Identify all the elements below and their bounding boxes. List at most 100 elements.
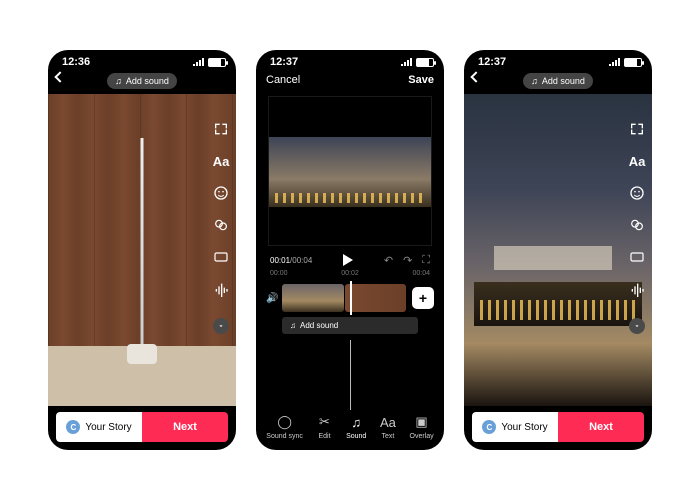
editor-preview	[268, 96, 432, 246]
tick: 00:00	[270, 270, 288, 277]
status-bar: 12:37	[256, 50, 444, 70]
your-story-label: Your Story	[501, 422, 547, 433]
clock: 12:36	[62, 56, 90, 68]
tool-label: Sound	[346, 433, 366, 440]
tool-label: Edit	[318, 433, 330, 440]
add-clip-button[interactable]: +	[412, 287, 434, 309]
top-bar: ♫ Add sound	[48, 70, 236, 92]
phone-screen-2: 12:37 Cancel Save 00:01/00:04 ↶ ↷	[256, 50, 444, 450]
bottom-bar: C Your Story Next	[472, 412, 644, 442]
status-icons	[609, 58, 642, 67]
next-button[interactable]: Next	[142, 412, 228, 442]
fullscreen-button[interactable]: ⛶	[422, 254, 430, 267]
building-lights	[480, 300, 636, 320]
add-sound-button[interactable]: ♫ Add sound	[523, 73, 593, 89]
tool-rail: Aa	[628, 120, 646, 334]
tick: 00:04	[412, 270, 430, 277]
effects-icon[interactable]	[628, 216, 646, 234]
undo-button[interactable]: ↶	[384, 254, 393, 267]
avatar: C	[482, 420, 496, 434]
add-sound-label: Add sound	[542, 76, 585, 86]
avatar: C	[66, 420, 80, 434]
signal-icon	[193, 58, 205, 66]
play-button[interactable]	[343, 254, 353, 266]
save-button[interactable]: Save	[408, 74, 434, 86]
overlay-icon: ▣	[413, 413, 431, 431]
preview-clip	[269, 137, 431, 207]
redo-button[interactable]: ↷	[403, 254, 412, 267]
back-button[interactable]	[472, 73, 480, 84]
next-label: Next	[589, 421, 613, 433]
back-button[interactable]	[56, 73, 64, 84]
audio-icon[interactable]	[212, 280, 230, 298]
status-icons	[193, 58, 226, 67]
expand-rail-button[interactable]	[213, 318, 229, 334]
tool-edit[interactable]: ✂ Edit	[315, 413, 333, 440]
clock: 12:37	[270, 56, 298, 68]
add-sound-label: Add sound	[300, 321, 338, 330]
battery-icon	[208, 58, 226, 67]
editor-top-bar: Cancel Save	[256, 70, 444, 90]
plus-icon: +	[419, 290, 427, 306]
your-story-label: Your Story	[85, 422, 131, 433]
expand-rail-button[interactable]	[629, 318, 645, 334]
time-ruler: 00:00 00:02 00:04	[256, 268, 444, 279]
phone-screen-1: 12:36 ♫ Add sound Aa	[48, 50, 236, 450]
status-icons	[401, 58, 434, 67]
status-bar: 12:36	[48, 50, 236, 70]
tool-label: Text	[382, 433, 395, 440]
tool-rail: Aa	[212, 120, 230, 334]
text-icon[interactable]: Aa	[628, 152, 646, 170]
text-icon[interactable]: Aa	[212, 152, 230, 170]
effects-icon[interactable]	[212, 216, 230, 234]
tool-sound[interactable]: ♫ Sound	[346, 413, 366, 440]
status-bar: 12:37	[464, 50, 652, 70]
bottom-bar: C Your Story Next	[56, 412, 228, 442]
preview-object-base	[127, 344, 157, 364]
your-story-button[interactable]: C Your Story	[56, 412, 142, 442]
tool-text[interactable]: Aa Text	[379, 413, 397, 440]
audio-icon[interactable]	[628, 280, 646, 298]
captions-icon[interactable]	[628, 248, 646, 266]
battery-icon	[416, 58, 434, 67]
tool-soundsync[interactable]: ◯ Sound sync	[266, 413, 303, 440]
building-upper	[494, 246, 612, 270]
stickers-icon[interactable]	[628, 184, 646, 202]
signal-icon	[401, 58, 413, 66]
music-note-icon: ♫	[347, 413, 365, 431]
next-button[interactable]: Next	[558, 412, 644, 442]
soundsync-icon: ◯	[276, 413, 294, 431]
clip-2[interactable]	[345, 284, 407, 312]
building-lower	[474, 282, 642, 326]
clock: 12:37	[478, 56, 506, 68]
mute-icon[interactable]: 🔊	[266, 293, 276, 304]
text-icon: Aa	[379, 413, 397, 431]
tool-overlay[interactable]: ▣Overlay	[410, 413, 434, 440]
music-note-icon: ♫	[290, 321, 296, 330]
timeline-track[interactable]: 🔊 +	[266, 283, 434, 313]
add-sound-button[interactable]: ♫ Add sound	[107, 73, 177, 89]
tool-label: Sound sync	[266, 433, 303, 440]
pointer-line	[350, 340, 351, 410]
scissors-icon: ✂	[315, 413, 333, 431]
top-bar: ♫ Add sound	[464, 70, 652, 92]
captions-icon[interactable]	[212, 248, 230, 266]
add-sound-label: Add sound	[126, 76, 169, 86]
signal-icon	[609, 58, 621, 66]
preview-building	[474, 246, 642, 326]
clips[interactable]	[282, 284, 406, 312]
playhead[interactable]	[350, 281, 352, 315]
music-note-icon: ♫	[115, 76, 122, 86]
next-label: Next	[173, 421, 197, 433]
clip-1[interactable]	[282, 284, 344, 312]
battery-icon	[624, 58, 642, 67]
cancel-button[interactable]: Cancel	[266, 74, 300, 86]
flip-icon[interactable]	[212, 120, 230, 138]
sound-track[interactable]: ♫ Add sound	[282, 317, 418, 334]
tick: 00:02	[341, 270, 359, 277]
phone-screen-3: 12:37 ♫ Add sound Aa	[464, 50, 652, 450]
stickers-icon[interactable]	[212, 184, 230, 202]
flip-icon[interactable]	[628, 120, 646, 138]
music-note-icon: ♫	[531, 76, 538, 86]
your-story-button[interactable]: C Your Story	[472, 412, 558, 442]
